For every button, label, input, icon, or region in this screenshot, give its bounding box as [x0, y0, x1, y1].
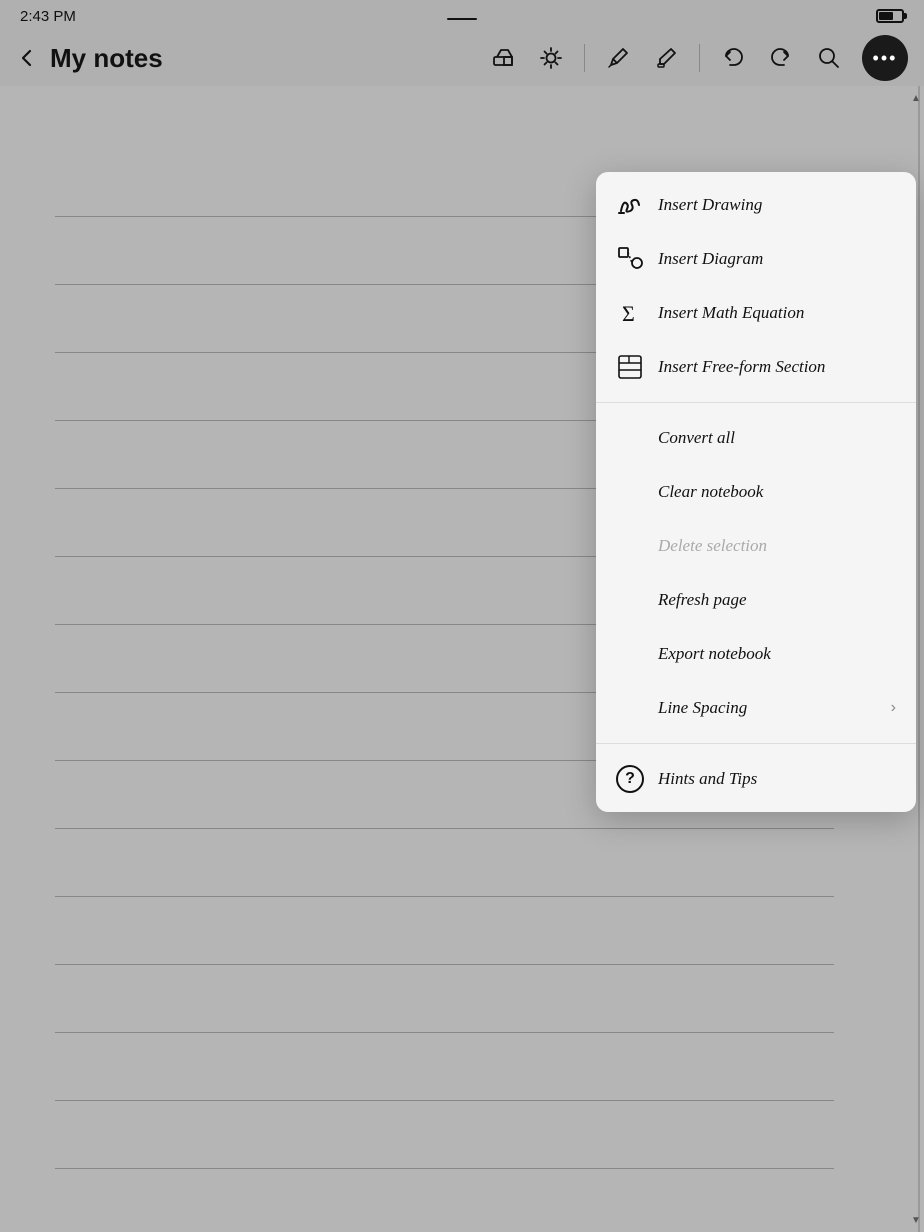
note-line: [55, 1100, 834, 1101]
menu-section-insert: Insert Drawing Insert Diagram Σ: [596, 172, 916, 400]
undo-icon[interactable]: [718, 43, 748, 73]
convert-all-label: Convert all: [658, 428, 896, 448]
insert-drawing-label: Insert Drawing: [658, 195, 896, 215]
math-icon: Σ: [616, 299, 644, 327]
help-circle-icon: ?: [616, 765, 644, 793]
toolbar: My notes: [0, 30, 924, 86]
scroll-down-button[interactable]: ▼: [908, 1212, 924, 1228]
line-spacing-arrow-icon: ›: [891, 699, 896, 717]
menu-item-insert-drawing[interactable]: Insert Drawing: [596, 178, 916, 232]
svg-text:Σ: Σ: [622, 301, 635, 326]
insert-math-label: Insert Math Equation: [658, 303, 896, 323]
line-spacing-label: Line Spacing: [658, 698, 877, 718]
more-button[interactable]: •••: [862, 35, 908, 81]
eraser-icon[interactable]: [488, 43, 518, 73]
clear-icon-placeholder: [616, 478, 644, 506]
menu-item-refresh-page[interactable]: Refresh page: [596, 573, 916, 627]
insert-freeform-label: Insert Free-form Section: [658, 357, 896, 377]
toolbar-divider: [584, 44, 585, 72]
delete-selection-label: Delete selection: [658, 536, 896, 556]
note-line: [55, 828, 834, 829]
delete-icon-placeholder: [616, 532, 644, 560]
pencil-icon[interactable]: [651, 43, 681, 73]
export-icon-placeholder: [616, 640, 644, 668]
menu-divider-2: [596, 743, 916, 744]
pen-icon[interactable]: [603, 43, 633, 73]
page-title: My notes: [50, 43, 163, 74]
menu-item-insert-freeform[interactable]: Insert Free-form Section: [596, 340, 916, 394]
more-label: •••: [873, 49, 898, 67]
menu-item-insert-diagram[interactable]: Insert Diagram: [596, 232, 916, 286]
search-icon[interactable]: [814, 43, 844, 73]
menu-section-help: ? Hints and Tips: [596, 746, 916, 812]
menu-item-hints-tips[interactable]: ? Hints and Tips: [596, 752, 916, 806]
hints-tips-label: Hints and Tips: [658, 769, 896, 789]
scrollbar: ▲ ▼: [916, 86, 924, 1232]
drawing-icon: [616, 191, 644, 219]
battery-icon: [876, 9, 904, 23]
notch-indicator: [447, 18, 477, 20]
scroll-up-button[interactable]: ▲: [908, 90, 924, 106]
refresh-icon-placeholder: [616, 586, 644, 614]
note-area[interactable]: Insert Drawing Insert Diagram Σ: [0, 86, 924, 1232]
convert-all-icon-placeholder: [616, 424, 644, 452]
brightness-icon[interactable]: [536, 43, 566, 73]
menu-item-insert-math[interactable]: Σ Insert Math Equation: [596, 286, 916, 340]
clear-notebook-label: Clear notebook: [658, 482, 896, 502]
toolbar-left: My notes: [16, 43, 488, 74]
note-line: [55, 964, 834, 965]
note-line: [55, 1032, 834, 1033]
menu-item-line-spacing[interactable]: Line Spacing ›: [596, 681, 916, 735]
menu-item-clear-notebook[interactable]: Clear notebook: [596, 465, 916, 519]
back-button[interactable]: [16, 47, 38, 69]
menu-item-convert-all[interactable]: Convert all: [596, 411, 916, 465]
refresh-page-label: Refresh page: [658, 590, 896, 610]
scrollbar-track: [918, 86, 920, 1232]
menu-section-actions: Convert all Clear notebook Delete select…: [596, 405, 916, 741]
status-right: [876, 9, 904, 23]
status-bar: 2:43 PM: [0, 0, 924, 30]
menu-item-export-notebook[interactable]: Export notebook: [596, 627, 916, 681]
line-spacing-icon-placeholder: [616, 694, 644, 722]
export-notebook-label: Export notebook: [658, 644, 896, 664]
back-arrow-icon: [16, 47, 38, 69]
toolbar-right: •••: [488, 35, 908, 81]
menu-divider-1: [596, 402, 916, 403]
insert-diagram-label: Insert Diagram: [658, 249, 896, 269]
freeform-icon: [616, 353, 644, 381]
note-line: [55, 896, 834, 897]
dropdown-menu: Insert Drawing Insert Diagram Σ: [596, 172, 916, 812]
toolbar-divider-2: [699, 44, 700, 72]
status-time: 2:43 PM: [20, 8, 76, 25]
redo-icon[interactable]: [766, 43, 796, 73]
note-line: [55, 1168, 834, 1169]
menu-item-delete-selection: Delete selection: [596, 519, 916, 573]
diagram-icon: [616, 245, 644, 273]
